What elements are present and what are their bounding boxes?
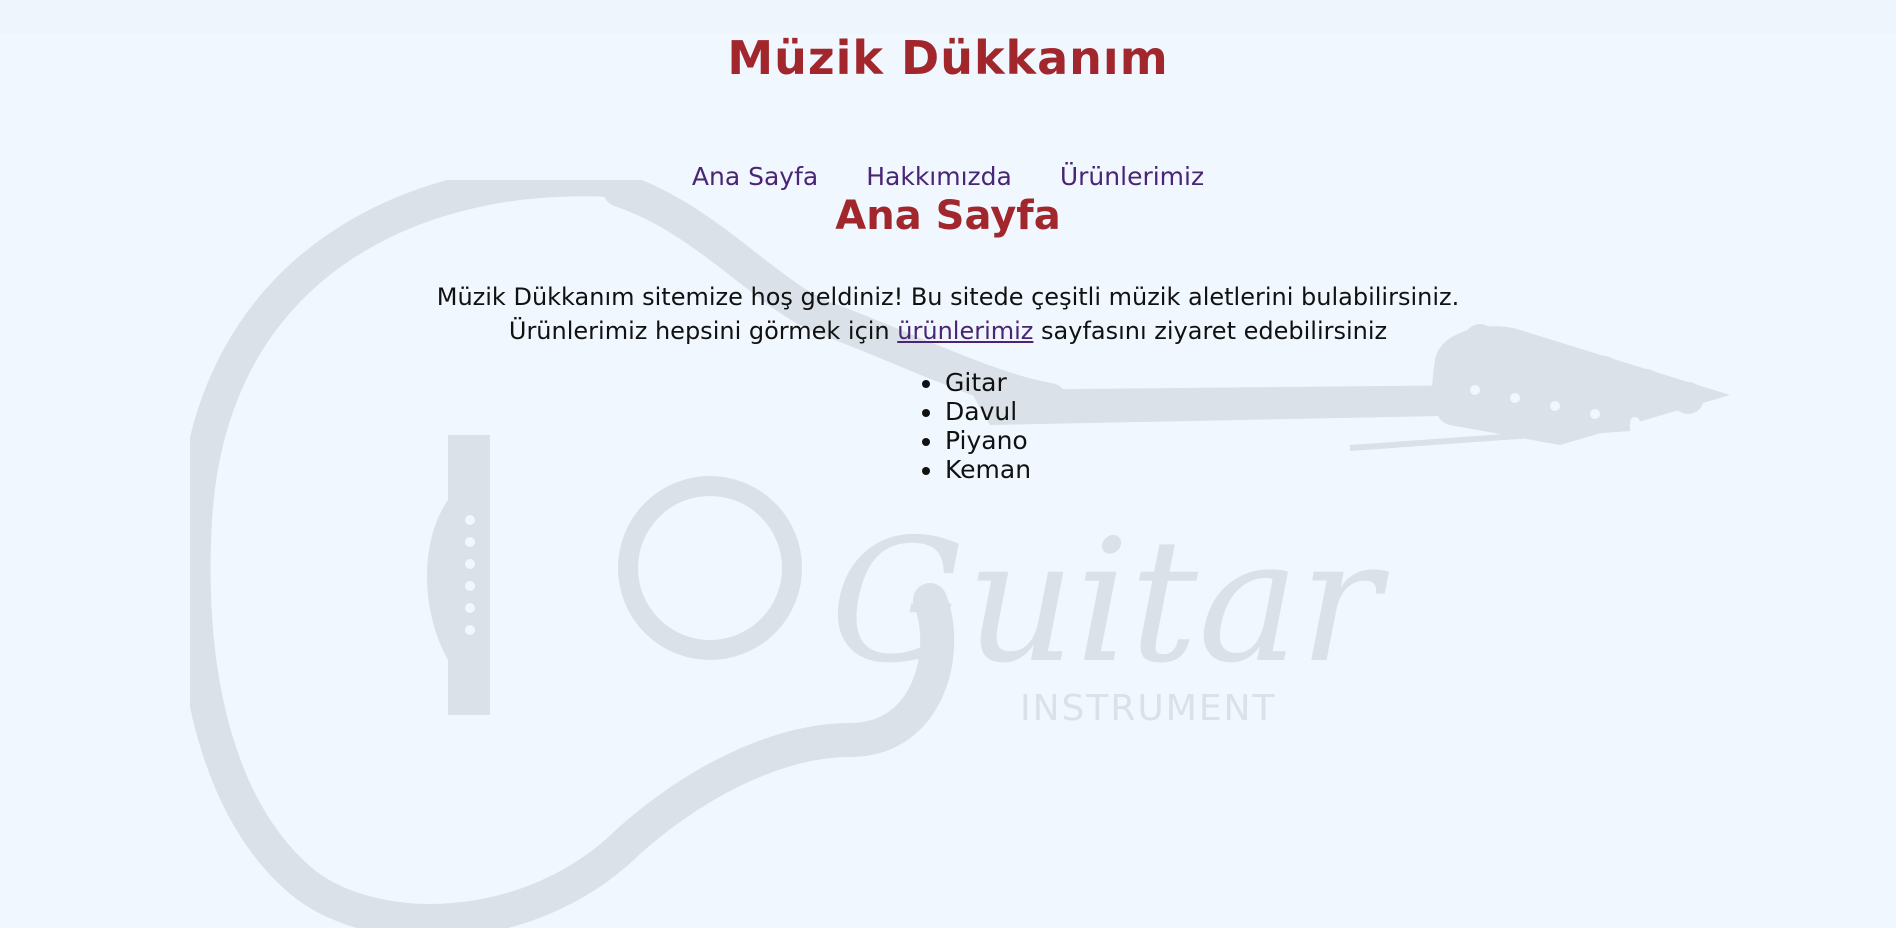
- watermark-subword: INSTRUMENT: [1020, 688, 1276, 729]
- list-item-keman: Keman: [918, 455, 1031, 484]
- intro-paragraph: Müzik Dükkanım sitemize hoş geldiniz! Bu…: [0, 280, 1896, 348]
- page-heading: Ana Sayfa: [835, 193, 1061, 239]
- intro-line-2-start: Ürünlerimiz hepsini görmek için: [508, 317, 898, 345]
- page: Guitar INSTRUMENT Müzik Dükkanım Ana Say…: [0, 0, 1896, 928]
- list-item-gitar: Gitar: [918, 368, 1031, 397]
- main-content: Müzik Dükkanım Ana Sayfa Hakkımızda Ürün…: [0, 0, 1896, 484]
- products-inline-link[interactable]: ürünlerimiz: [897, 317, 1033, 345]
- list-item-piyano: Piyano: [918, 426, 1031, 455]
- intro-line-2-end: sayfasını ziyaret edebilirsiniz: [1033, 317, 1388, 345]
- watermark-word: Guitar: [830, 503, 1389, 701]
- instrument-list: Gitar Davul Piyano Keman: [918, 368, 1031, 484]
- list-item-davul: Davul: [918, 397, 1031, 426]
- site-title: Müzik Dükkanım: [727, 31, 1169, 85]
- intro-line-1: Müzik Dükkanım sitemize hoş geldiniz! Bu…: [436, 283, 1460, 311]
